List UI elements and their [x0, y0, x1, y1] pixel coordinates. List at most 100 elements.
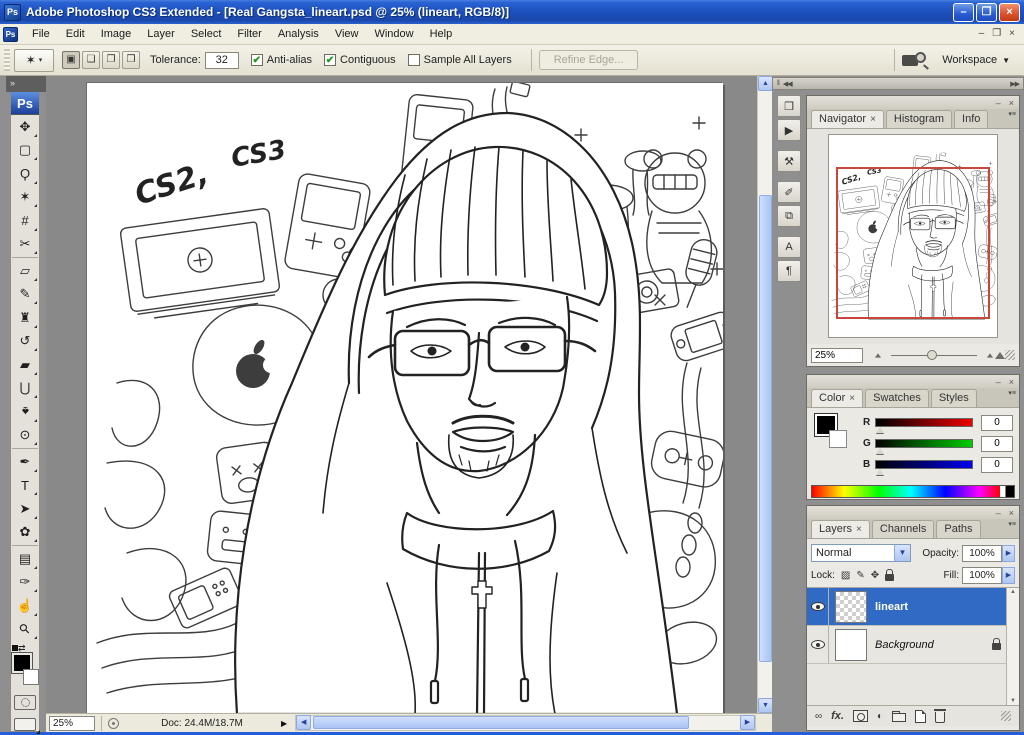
horizontal-scrollbar[interactable]: ◀ ▶ — [295, 715, 756, 731]
path-selection-tool[interactable]: ➤ — [12, 497, 38, 521]
red-value-field[interactable]: 0 — [981, 415, 1013, 431]
blue-value-field[interactable]: 0 — [981, 457, 1013, 473]
panel-resize-grip[interactable] — [1001, 711, 1011, 721]
refine-edge-button[interactable]: Refine Edge... — [539, 50, 639, 70]
blue-slider[interactable] — [875, 460, 973, 469]
panel-close-icon[interactable]: × — [1009, 508, 1014, 518]
zoom-tool[interactable]: ⚲ — [12, 618, 38, 642]
zoom-level-field[interactable]: 25% — [49, 716, 95, 731]
panel-minimize-icon[interactable]: – — [996, 377, 1001, 387]
intersect-selection-button[interactable]: ❒ — [122, 51, 140, 69]
panel-menu-icon[interactable]: ▾≡ — [1008, 522, 1016, 528]
slider-thumb[interactable] — [876, 448, 884, 454]
link-layers-icon[interactable]: ∞ — [815, 711, 822, 722]
scroll-down-arrow[interactable]: ▼ — [758, 698, 773, 713]
contiguous-checkbox[interactable]: ✔ Contiguous — [324, 54, 396, 66]
clone-stamp-tool[interactable]: ♜ — [12, 306, 38, 330]
menu-layer[interactable]: Layer — [139, 25, 183, 43]
subtract-selection-button[interactable]: ❐ — [102, 51, 120, 69]
panel-minimize-icon[interactable]: – — [996, 98, 1001, 108]
hand-tool[interactable]: ☝ — [12, 594, 38, 618]
tab-paths[interactable]: Paths — [936, 520, 980, 538]
tab-navigator[interactable]: Navigator× — [811, 110, 884, 128]
menu-help[interactable]: Help — [422, 25, 461, 43]
navigator-thumbnail[interactable] — [828, 134, 998, 338]
navigator-view-box[interactable] — [836, 167, 991, 319]
red-slider[interactable] — [875, 418, 973, 427]
menu-view[interactable]: View — [327, 25, 367, 43]
menu-filter[interactable]: Filter — [229, 25, 269, 43]
screen-mode-button[interactable] — [14, 718, 36, 732]
layer-thumbnail[interactable] — [835, 591, 867, 623]
pen-tool[interactable]: ✒ — [12, 450, 38, 474]
history-panel-icon[interactable]: ❒ — [777, 95, 801, 117]
dodge-tool[interactable]: ⊙ — [12, 424, 38, 448]
zoom-out-icon[interactable] — [875, 353, 881, 357]
background-color-swatch[interactable] — [23, 669, 39, 685]
zoom-in-icon[interactable] — [985, 352, 1005, 359]
lock-position-icon[interactable]: ✥ — [871, 570, 879, 581]
scroll-up-arrow[interactable]: ▲ — [758, 76, 773, 91]
scroll-down-arrow[interactable]: ▼ — [1010, 698, 1016, 704]
scroll-right-arrow[interactable]: ▶ — [740, 715, 755, 730]
magic-wand-tool[interactable]: ✶ — [12, 186, 38, 210]
visibility-toggle[interactable] — [807, 626, 829, 663]
horizontal-scroll-thumb[interactable] — [313, 716, 689, 729]
tab-close-icon[interactable]: × — [849, 393, 855, 404]
panel-resize-grip[interactable] — [1005, 350, 1015, 360]
doc-minimize-button[interactable]: – — [979, 27, 985, 41]
layer-thumbnail[interactable] — [835, 629, 867, 661]
status-flyout-arrow[interactable]: ▶ — [281, 719, 287, 728]
adjustment-layer-icon[interactable]: ◐ — [877, 711, 883, 722]
slice-tool[interactable]: ✂ — [12, 233, 38, 257]
doc-close-button[interactable]: × — [1009, 27, 1015, 41]
rectangular-marquee-tool[interactable]: ▢ — [12, 139, 38, 163]
toolbox-collapse-bar[interactable]: » — [6, 76, 46, 92]
vertical-scroll-thumb[interactable] — [759, 195, 772, 662]
tool-preset-picker[interactable]: ✶ ▾ — [14, 49, 54, 72]
add-layer-mask-icon[interactable] — [853, 710, 868, 722]
eraser-tool[interactable]: ▰ — [12, 353, 38, 377]
brush-tool[interactable]: ✎ — [12, 283, 38, 307]
delete-layer-icon[interactable] — [935, 712, 945, 723]
tab-info[interactable]: Info — [954, 110, 988, 128]
lasso-tool[interactable]: Ϙ — [12, 162, 38, 186]
tab-styles[interactable]: Styles — [931, 389, 977, 407]
new-layer-icon[interactable] — [915, 710, 926, 723]
chevron-down-icon[interactable]: ▼ — [894, 545, 910, 561]
visibility-toggle[interactable] — [807, 588, 829, 625]
healing-brush-tool[interactable]: ▱ — [12, 259, 38, 283]
tab-swatches[interactable]: Swatches — [865, 389, 929, 407]
layer-row-lineart[interactable]: lineart — [807, 588, 1019, 626]
actions-panel-icon[interactable]: ▶ — [777, 119, 801, 141]
green-slider[interactable] — [875, 439, 973, 448]
antialias-checkbox[interactable]: ✔ Anti-alias — [251, 54, 312, 66]
green-value-field[interactable]: 0 — [981, 436, 1013, 452]
blur-tool[interactable]: ♠ — [12, 400, 38, 424]
scroll-left-arrow[interactable]: ◀ — [296, 715, 311, 730]
panel-close-icon[interactable]: × — [1009, 377, 1014, 387]
tab-histogram[interactable]: Histogram — [886, 110, 952, 128]
lock-transparency-icon[interactable]: ▨ — [841, 570, 850, 581]
layer-row-background[interactable]: Background — [807, 626, 1019, 664]
menu-file[interactable]: File — [24, 25, 58, 43]
workspace-menu[interactable]: Workspace ▼ — [942, 54, 1010, 66]
add-selection-button[interactable]: ❏ — [82, 51, 100, 69]
move-tool[interactable]: ✥ — [12, 115, 38, 139]
menu-window[interactable]: Window — [366, 25, 421, 43]
menu-analysis[interactable]: Analysis — [270, 25, 327, 43]
bridge-icon[interactable] — [902, 52, 928, 68]
menu-image[interactable]: Image — [93, 25, 140, 43]
opacity-field[interactable]: 100% — [962, 545, 1002, 562]
restore-button[interactable]: ❐ — [976, 3, 997, 22]
quick-mask-button[interactable] — [14, 695, 36, 709]
slider-knob[interactable] — [927, 350, 937, 360]
vertical-scrollbar[interactable]: ▲ ▼ — [757, 76, 772, 713]
lock-pixels-icon[interactable]: ✎ — [856, 570, 864, 581]
panel-menu-icon[interactable]: ▾≡ — [1008, 391, 1016, 397]
close-button[interactable]: × — [999, 3, 1020, 22]
layer-name[interactable]: Background — [875, 639, 934, 651]
navigator-zoom-field[interactable]: 25% — [811, 348, 863, 363]
minimize-button[interactable]: – — [953, 3, 974, 22]
eyedropper-tool[interactable]: ✑ — [12, 571, 38, 595]
